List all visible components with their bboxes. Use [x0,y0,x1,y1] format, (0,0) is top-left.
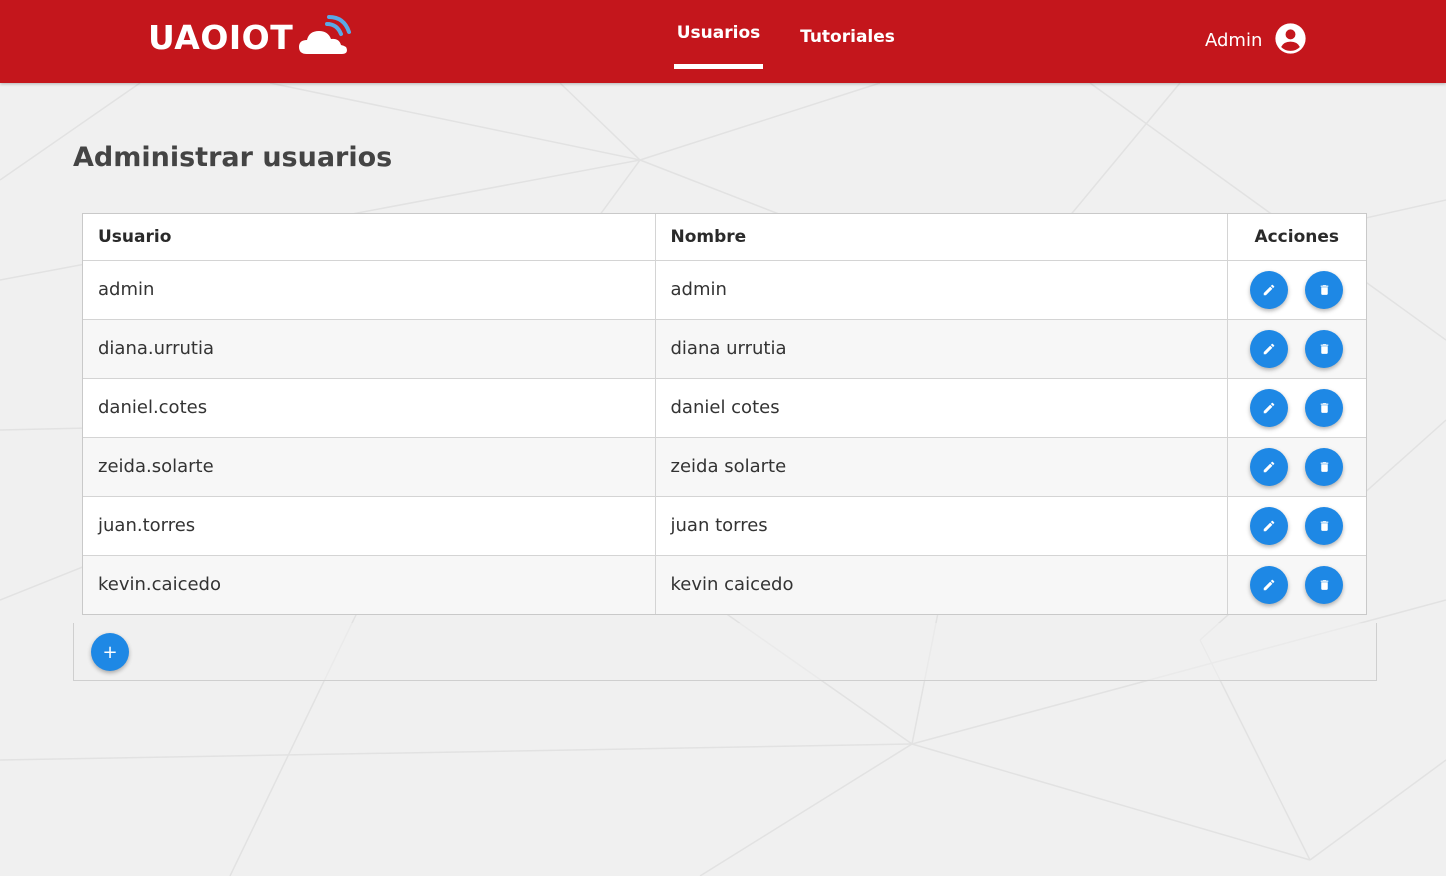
delete-icon [1318,578,1331,592]
edit-icon [1262,342,1276,356]
edit-icon [1262,578,1276,592]
cell-usuario: kevin.caicedo [83,555,656,614]
edit-button[interactable] [1250,506,1289,545]
table-footer [73,623,1377,681]
edit-icon [1262,460,1276,474]
delete-icon [1318,342,1331,356]
cell-usuario: diana.urrutia [83,319,656,379]
page-title: Administrar usuarios [73,142,393,173]
brand-logo[interactable]: UAOIOT [148,12,357,62]
cell-usuario: juan.torres [83,496,656,556]
cell-acciones [1227,378,1366,438]
nav-item-usuarios[interactable]: Usuarios [674,0,763,66]
cell-nombre: juan torres [655,496,1228,556]
edit-icon [1262,519,1276,533]
edit-button[interactable] [1250,565,1289,604]
edit-button[interactable] [1250,329,1289,368]
add-user-button[interactable]: + [91,633,129,671]
column-header-usuario: Usuario [83,214,656,261]
cell-nombre: zeida solarte [655,437,1228,497]
cell-nombre: diana urrutia [655,319,1228,379]
cell-acciones [1227,555,1366,614]
delete-icon [1318,283,1331,297]
logo-text: UAOIOT [148,17,294,57]
cell-acciones [1227,437,1366,497]
delete-button[interactable] [1305,270,1344,309]
delete-icon [1318,401,1331,415]
cell-nombre: kevin caicedo [655,555,1228,614]
cell-nombre: daniel cotes [655,378,1228,438]
table-row: kevin.caicedo kevin caicedo [83,555,1366,614]
table-row: daniel.cotes daniel cotes [83,378,1366,438]
cell-acciones [1227,496,1366,556]
delete-icon [1318,460,1331,474]
top-navbar: UAOIOT Usuarios Tutoriales Admin [0,0,1446,83]
table-row: diana.urrutia diana urrutia [83,319,1366,379]
cell-usuario: zeida.solarte [83,437,656,497]
column-header-nombre: Nombre [655,214,1228,261]
delete-button[interactable] [1305,388,1344,427]
current-user-name[interactable]: Admin [1205,26,1262,54]
delete-button[interactable] [1305,565,1344,604]
cell-acciones [1227,319,1366,379]
cell-usuario: daniel.cotes [83,378,656,438]
table-header-row: Usuario Nombre Acciones [83,214,1366,261]
edit-icon [1262,401,1276,415]
users-table: Usuario Nombre Acciones admin admin diana.… [82,213,1367,615]
table-row: zeida.solarte zeida solarte [83,437,1366,497]
delete-button[interactable] [1305,329,1344,368]
delete-button[interactable] [1305,506,1344,545]
active-tab-indicator [674,64,763,69]
delete-icon [1318,519,1331,533]
cell-acciones [1227,260,1366,320]
edit-button[interactable] [1250,270,1289,309]
edit-button[interactable] [1250,388,1289,427]
plus-icon: + [102,641,118,663]
column-header-acciones: Acciones [1227,214,1366,261]
cloud-wifi-icon [299,15,352,54]
account-circle-icon[interactable] [1274,22,1307,55]
table-row: juan.torres juan torres [83,496,1366,556]
nav-item-tutoriales[interactable]: Tutoriales [800,0,895,73]
cell-usuario: admin [83,260,656,320]
delete-button[interactable] [1305,447,1344,486]
cell-nombre: admin [655,260,1228,320]
edit-icon [1262,283,1276,297]
edit-button[interactable] [1250,447,1289,486]
table-row: admin admin [83,260,1366,320]
